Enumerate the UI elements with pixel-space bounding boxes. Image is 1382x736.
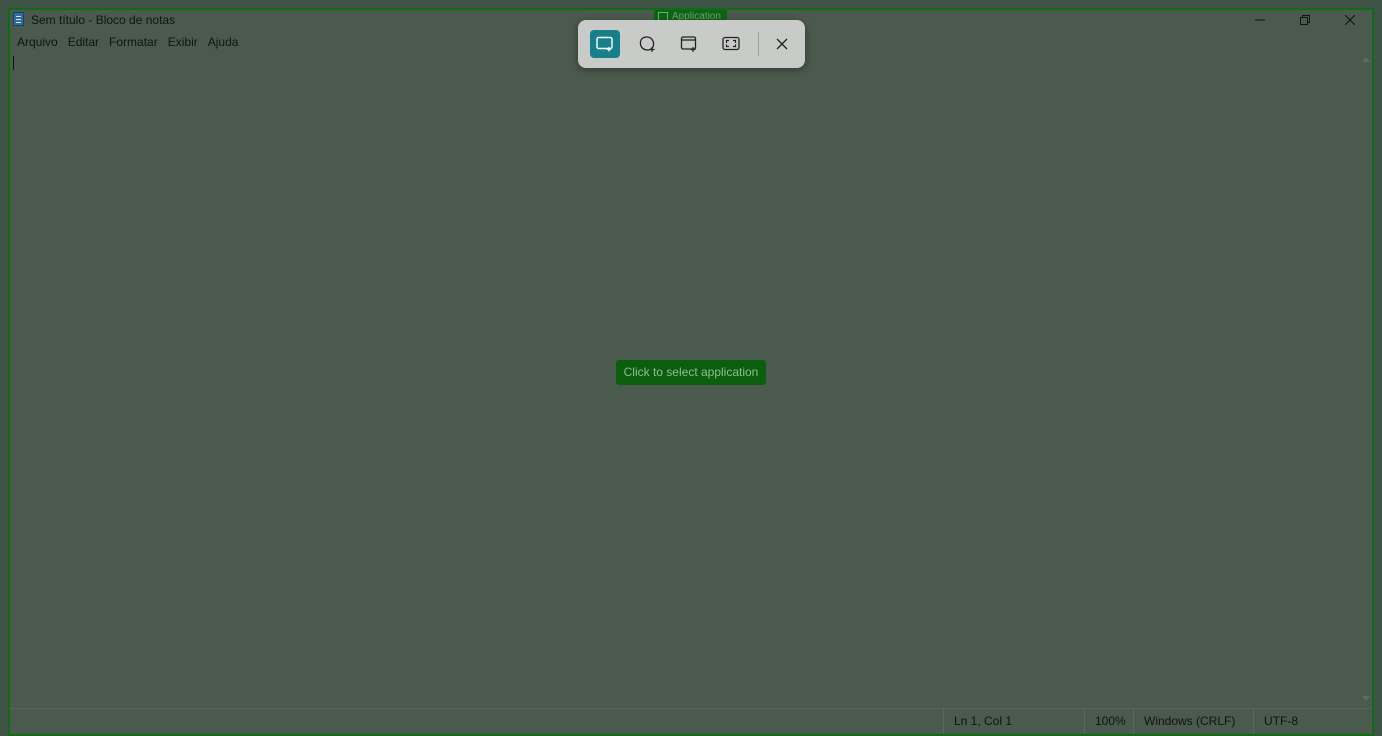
text-caret [13, 56, 14, 70]
notepad-icon [13, 12, 24, 26]
status-line-ending: Windows (CRLF) [1133, 709, 1253, 734]
minimize-icon [1254, 19, 1265, 21]
freeform-snip-button[interactable] [632, 30, 662, 58]
freeform-snip-icon [639, 36, 655, 52]
menu-exibir[interactable]: Exibir [165, 34, 205, 51]
close-icon [776, 38, 788, 50]
status-position: Ln 1, Col 1 [943, 709, 1084, 734]
select-application-hint: Click to select application [616, 360, 766, 385]
menu-editar[interactable]: Editar [65, 34, 106, 51]
snipping-toolbar [578, 20, 805, 68]
restore-icon [1299, 15, 1310, 25]
status-encoding: UTF-8 [1253, 709, 1353, 734]
scroll-down-icon[interactable] [1362, 696, 1370, 701]
window-controls [1237, 10, 1372, 32]
close-window-button[interactable] [1327, 10, 1372, 30]
scroll-up-icon[interactable] [1362, 57, 1370, 62]
menu-formatar[interactable]: Formatar [106, 34, 165, 51]
minimize-button[interactable] [1237, 10, 1282, 30]
status-zoom: 100% [1084, 709, 1133, 734]
window-title: Sem título - Bloco de notas [31, 13, 176, 27]
vertical-scrollbar[interactable] [1360, 52, 1372, 706]
window-snip-icon [680, 36, 697, 52]
restore-button[interactable] [1282, 10, 1327, 30]
close-snip-button[interactable] [767, 30, 797, 58]
rectangle-snip-icon [596, 36, 613, 52]
fullscreen-snip-icon [722, 36, 740, 51]
toolbar-divider [758, 32, 759, 56]
status-bar: Ln 1, Col 1 100% Windows (CRLF) UTF-8 [10, 708, 1372, 734]
rectangle-snip-button[interactable] [590, 30, 620, 58]
menu-ajuda[interactable]: Ajuda [205, 34, 246, 51]
menu-arquivo[interactable]: Arquivo [14, 34, 65, 51]
menu-bar: Arquivo Editar Formatar Exibir Ajuda [10, 32, 245, 52]
close-icon [1344, 15, 1355, 25]
window-snip-button[interactable] [674, 30, 704, 58]
fullscreen-snip-button[interactable] [716, 30, 746, 58]
